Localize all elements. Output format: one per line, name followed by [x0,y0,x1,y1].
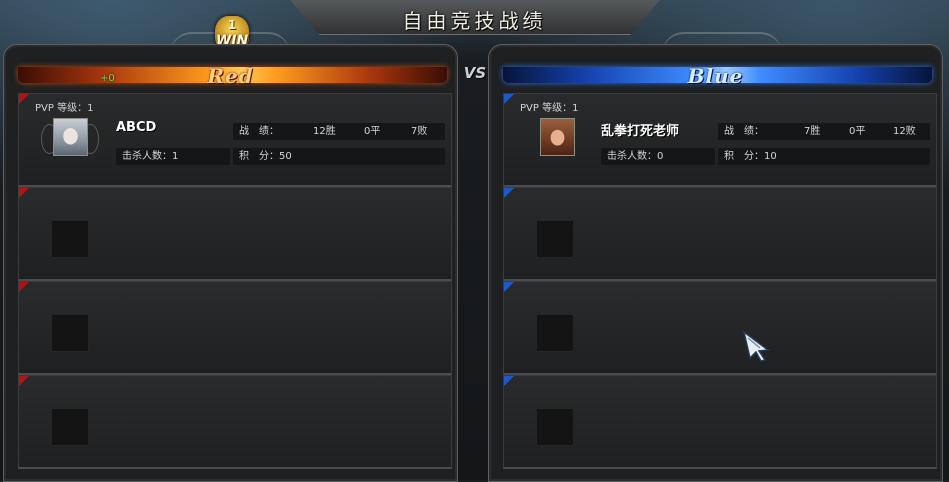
kills-label: 击杀人数：1 [122,151,179,162]
pvp-level: PVP 等级：1 [35,103,94,114]
kills-label: 击杀人数：0 [607,151,664,162]
blue-player-slot-2[interactable] [503,187,937,281]
empty-avatar [51,220,89,258]
record-label: 战 绩： [724,126,764,137]
player-avatar [540,118,575,156]
red-slot-corner-icon [19,376,29,386]
empty-avatar [51,314,89,352]
empty-avatar [536,408,574,446]
pvp-level: PVP 等级：1 [520,103,579,114]
points-field: 积 分：50 [233,148,445,165]
losses-value: 12败 [893,126,916,137]
draws-value: 0平 [364,126,381,137]
mouse-cursor-icon [742,330,770,362]
avatar-frame [41,114,99,162]
wins-value: 12胜 [313,126,336,137]
player-name: 乱拳打死老师 [601,124,680,139]
kills-field: 击杀人数：1 [116,148,230,165]
blue-player-slot-3[interactable] [503,281,937,375]
points-label: 积 分：50 [239,151,292,162]
red-team-panel: Red +0 PVP 等级：1 ABCD 战 绩： 12胜 0平 7败 击杀人数… [3,44,458,482]
red-player-slot-3[interactable] [18,281,452,375]
red-player-slot-4[interactable] [18,375,452,469]
blue-slot-corner-icon [504,94,514,104]
blue-player-slot-1[interactable]: PVP 等级：1 乱拳打死老师 战 绩： 7胜 0平 12败 击杀人数：0 积 … [503,93,937,187]
red-slot-corner-icon [19,282,29,292]
losses-value: 7败 [411,126,428,137]
points-label: 积 分：10 [724,151,777,162]
red-player-slot-1[interactable]: PVP 等级：1 ABCD 战 绩： 12胜 0平 7败 击杀人数：1 积 分：… [18,93,452,187]
record-field: 战 绩： 12胜 0平 7败 [233,123,445,140]
blue-team-name: Blue [687,64,744,88]
window-title: 自由竞技战绩 [402,9,547,33]
blue-player-slot-4[interactable] [503,375,937,469]
blue-slot-corner-icon [504,188,514,198]
red-team-name: Red [207,64,254,88]
win-count: 1 [227,18,237,32]
blue-team-panel: Blue PVP 等级：1 乱拳打死老师 战 绩： 7胜 0平 12败 击杀人数… [488,44,943,482]
red-slot-corner-icon [19,188,29,198]
blue-slot-corner-icon [504,282,514,292]
empty-avatar [536,220,574,258]
avatar-frame [526,114,584,162]
record-label: 战 绩： [239,126,279,137]
red-player-slot-2[interactable] [18,187,452,281]
wins-value: 7胜 [804,126,821,137]
draws-value: 0平 [849,126,866,137]
blue-slot-corner-icon [504,376,514,386]
empty-avatar [536,314,574,352]
player-name: ABCD [116,120,157,135]
kills-field: 击杀人数：0 [601,148,715,165]
red-score-delta: +0 [100,73,115,84]
player-avatar [53,118,88,156]
red-slot-corner-icon [19,94,29,104]
empty-avatar [51,408,89,446]
points-field: 积 分：10 [718,148,930,165]
record-field: 战 绩： 7胜 0平 12败 [718,123,930,140]
